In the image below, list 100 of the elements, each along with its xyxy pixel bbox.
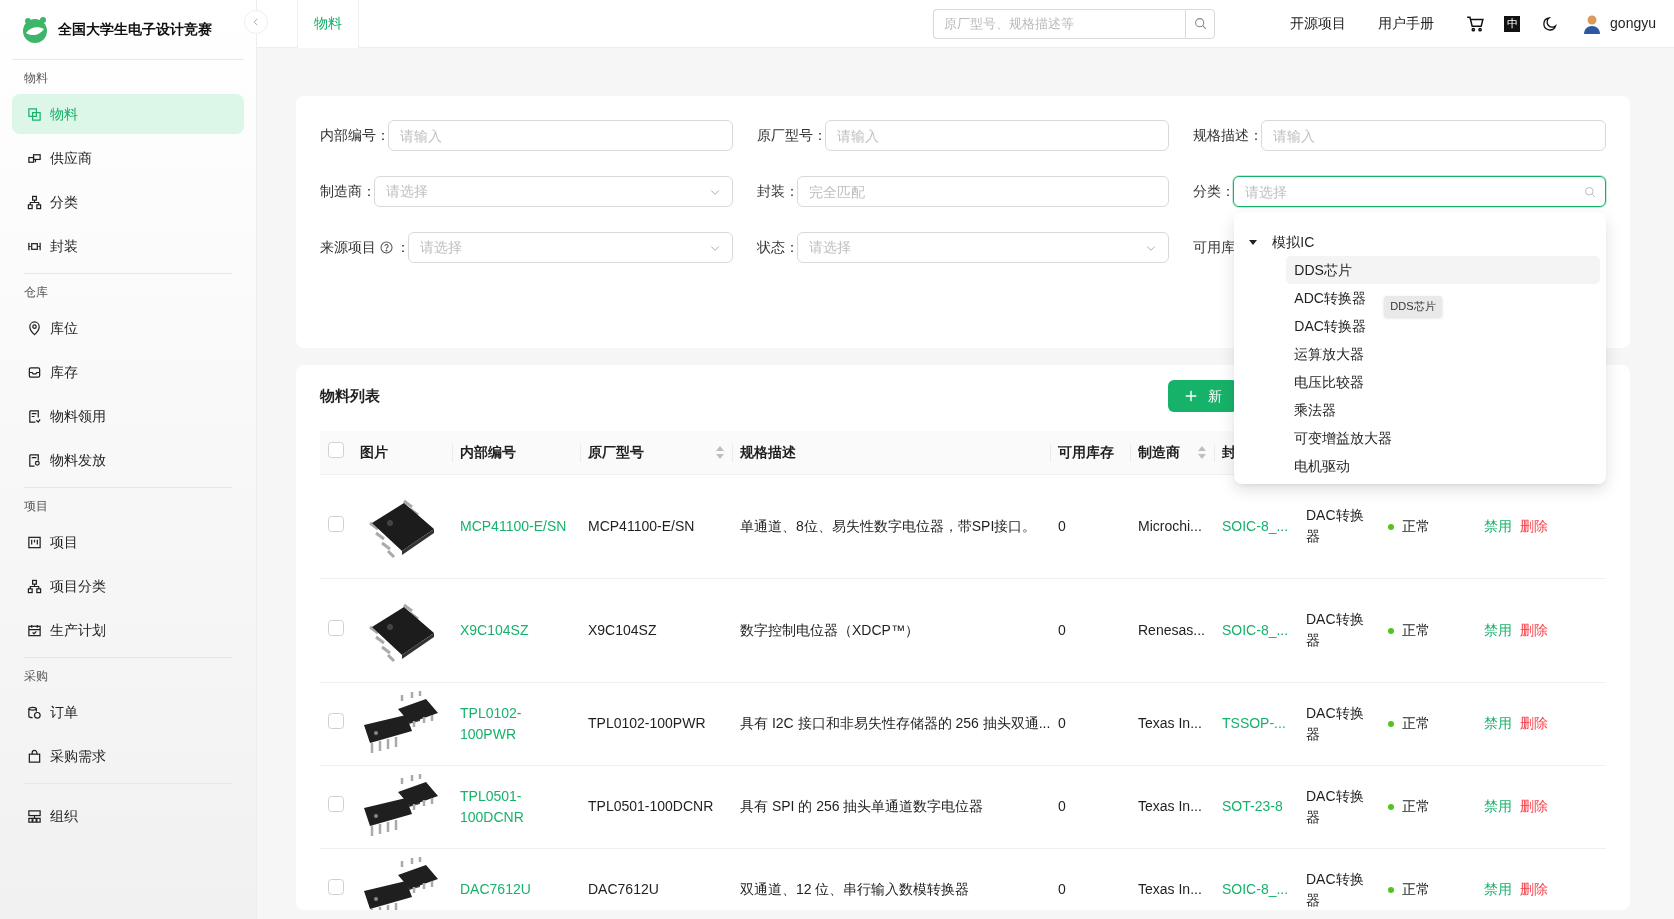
status-dot [1388, 721, 1394, 728]
theme-button[interactable] [1542, 15, 1559, 32]
user-name[interactable]: gongyu [1610, 13, 1656, 34]
table-cell-text: DAC转换器 [1306, 506, 1365, 546]
row-checkbox[interactable] [328, 879, 344, 895]
status-text: 正常 [1402, 621, 1430, 638]
table-cell: DAC7612U [588, 881, 659, 897]
row-checkbox[interactable] [328, 713, 344, 729]
coins-icon [27, 704, 42, 720]
field-label: 封装 [756, 182, 785, 201]
column-header: 封 [1222, 442, 1236, 462]
input-field[interactable]: 请输入 [388, 120, 733, 151]
tree-node[interactable]: 运算放大器 [1286, 340, 1373, 368]
nav-link[interactable]: 用户手册 [1378, 13, 1435, 34]
table-cell: Texas In... [1138, 798, 1202, 814]
status-dot [1388, 887, 1394, 894]
table-cell: 0 [1058, 621, 1066, 638]
input-field[interactable]: 请输入 [824, 120, 1170, 151]
table-cell: Texas In... [1138, 715, 1202, 731]
help-icon[interactable] [380, 241, 393, 254]
column-header: 图片 [360, 442, 388, 462]
label-colon: ： [812, 126, 827, 145]
table-cell: 具有 SPI 的 256 抽头单通道数字电位器 [740, 798, 984, 814]
delete-link[interactable]: 删除 [1520, 517, 1548, 534]
sidebar-item[interactable]: 组织 [12, 796, 244, 836]
sidebar-item[interactable]: 生产计划 [12, 610, 244, 650]
sidebar-item[interactable]: 分类 [12, 182, 244, 222]
sidebar-item[interactable]: 项目 [12, 522, 244, 562]
field-label: 分类 [1193, 182, 1222, 201]
language-button[interactable]: 中 [1504, 15, 1521, 32]
sidebar-item[interactable]: 物料领用 [12, 396, 244, 436]
column-header: 可用库存 [1058, 442, 1114, 462]
column-header: 规格描述 [740, 442, 796, 462]
select-field[interactable]: 请选择 [1233, 176, 1606, 207]
table-cell: TPL0501-100DCNR [588, 798, 714, 814]
tree-node[interactable]: 乘法器 [1286, 396, 1345, 424]
cart-button[interactable] [1466, 14, 1485, 33]
input-field[interactable]: 请输入 [1261, 120, 1606, 151]
tree-node[interactable]: DAC转换器 [1286, 312, 1374, 340]
collapse-button[interactable] [244, 10, 268, 34]
delete-link[interactable]: 删除 [1520, 798, 1548, 814]
tree-node[interactable]: 电压比较器 [1286, 368, 1373, 396]
search-icon [1193, 17, 1207, 30]
org-chart-icon [27, 808, 42, 824]
avatar-icon[interactable] [1582, 13, 1603, 34]
row-checkbox[interactable] [328, 619, 344, 636]
sort-icon[interactable] [716, 445, 724, 459]
table-cell: 0 [1058, 715, 1066, 731]
sort-icon[interactable] [1198, 445, 1206, 459]
input-field[interactable]: 完全匹配 [796, 176, 1170, 207]
label-colon: ： [1249, 126, 1264, 145]
sidebar-item[interactable]: 物料发放 [12, 440, 244, 480]
delete-link[interactable]: 删除 [1520, 715, 1548, 731]
table-cell: Microchi... [1138, 517, 1202, 534]
document-icon [27, 408, 42, 424]
hierarchy-icon [27, 578, 42, 594]
calendar-icon [27, 622, 42, 638]
location-pin-icon [27, 320, 42, 336]
board-icon [27, 534, 42, 550]
sidebar-item[interactable]: 库存 [12, 352, 244, 392]
tree-node[interactable]: 电机驱动 [1286, 452, 1359, 480]
tree-node[interactable]: DDS芯片 [1286, 256, 1600, 284]
document-search-icon [27, 452, 42, 468]
field-label: 可用库 [1193, 238, 1236, 257]
table-cell-text: DAC转换器 [1306, 869, 1365, 910]
tree-node[interactable]: 可变增益放大器 [1286, 424, 1401, 452]
moon-icon [1542, 15, 1559, 32]
app-title: 全国大学生电子设计竞赛 [58, 20, 212, 39]
label-colon: ： [784, 238, 799, 257]
logo-icon [20, 14, 50, 45]
search-button[interactable] [1185, 8, 1216, 39]
status-text: 正常 [1402, 715, 1430, 731]
table-cell: 0 [1058, 517, 1066, 534]
sidebar-item[interactable]: 订单 [12, 692, 244, 732]
sidebar-item[interactable]: 封装 [12, 226, 244, 266]
section-label: 物料 [23, 70, 49, 87]
select-all-checkbox[interactable] [328, 441, 344, 458]
sidebar-item[interactable]: 库位 [12, 308, 244, 348]
table-cell: MCP41100-E/SN [588, 517, 695, 534]
sidebar-item[interactable]: 供应商 [12, 138, 244, 178]
sidebar-item[interactable]: 项目分类 [12, 566, 244, 606]
squares-icon [27, 106, 42, 122]
caret-icon[interactable] [1248, 237, 1259, 247]
status-text: 正常 [1402, 881, 1430, 897]
search-field[interactable]: 原厂型号、规格描述等 [933, 8, 1186, 39]
table-cell: TPL0102-100PWR [588, 715, 706, 731]
sidebar-item[interactable]: 采购需求 [12, 736, 244, 776]
table-cell: Texas In... [1138, 881, 1202, 897]
tree-node[interactable]: ADC转换器 [1286, 284, 1374, 312]
row-checkbox[interactable] [328, 796, 344, 812]
row-checkbox[interactable] [328, 515, 344, 532]
tree-node[interactable]: 模拟IC [1240, 228, 1600, 256]
nav-link[interactable]: 开源项目 [1290, 13, 1347, 34]
section-label: 仓库 [23, 284, 49, 301]
label-colon: ： [376, 126, 390, 145]
column-header: 内部编号 [460, 442, 516, 462]
tray-icon [27, 364, 42, 380]
field-label: 原厂型号 [756, 126, 813, 145]
delete-link[interactable]: 删除 [1520, 621, 1548, 638]
delete-link[interactable]: 删除 [1520, 881, 1548, 897]
